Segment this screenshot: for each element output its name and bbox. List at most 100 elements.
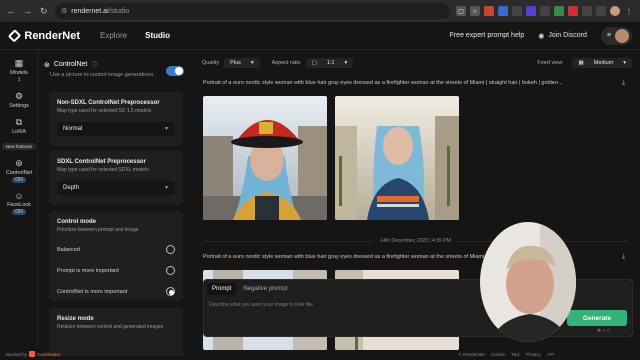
radio-controlnet-label: ControlNet is more important bbox=[57, 288, 128, 295]
nonsdxl-select[interactable]: Normal ▼ bbox=[57, 122, 175, 136]
nav-explore[interactable]: Explore bbox=[100, 31, 127, 40]
radio-prompt-label: Prompt is more important bbox=[57, 267, 119, 274]
reload-icon[interactable]: ↻ bbox=[39, 5, 49, 17]
facelock-icon: ☺ bbox=[14, 191, 24, 201]
browser-toolbar: ← → ↻ ⚙ rendernet.ai/studio ▢ ☆ ⋮ bbox=[0, 0, 640, 22]
join-discord-button[interactable]: ◉ Join Discord bbox=[538, 32, 587, 40]
extension-icon[interactable] bbox=[554, 6, 564, 16]
combinator-logo-icon bbox=[29, 351, 36, 357]
presenter-webcam-image bbox=[480, 222, 576, 342]
profile-avatar[interactable] bbox=[610, 6, 620, 16]
extension-icon[interactable] bbox=[498, 6, 508, 16]
aspect-value: 1:1 bbox=[326, 60, 335, 66]
chevron-down-icon: ▼ bbox=[164, 126, 169, 132]
extension-icon[interactable] bbox=[484, 6, 494, 16]
footer-link-credits[interactable]: Credits bbox=[491, 352, 505, 357]
lora-icon: ⧉ bbox=[15, 117, 23, 127]
status-badge: ON bbox=[12, 209, 26, 215]
generate-button[interactable]: Generate bbox=[567, 310, 627, 326]
extension-icon[interactable] bbox=[512, 6, 522, 16]
rail-lora-label: LoRA bbox=[12, 129, 26, 135]
models-icon: ▦ bbox=[14, 58, 24, 68]
sdxl-select[interactable]: Depth ▼ bbox=[57, 181, 175, 195]
new-features-tag: New features bbox=[2, 143, 36, 150]
back-icon[interactable]: ← bbox=[6, 5, 16, 17]
extension-icon[interactable] bbox=[526, 6, 536, 16]
url-host: rendernet.ai bbox=[71, 7, 109, 15]
footer-link-privacy[interactable]: Privacy bbox=[526, 352, 541, 357]
logo[interactable]: RenderNet bbox=[7, 28, 80, 43]
rail-facelock[interactable]: ☺ FaceLock ON bbox=[0, 191, 38, 215]
resize-mode-title: Resize mode bbox=[57, 316, 94, 322]
rail-models[interactable]: ▦ Models 1 bbox=[0, 58, 38, 83]
tab-prompt[interactable]: Prompt bbox=[207, 283, 237, 295]
forward-icon[interactable]: → bbox=[22, 5, 32, 17]
status-badge: ON bbox=[12, 177, 26, 183]
square-icon: ▢ bbox=[311, 60, 317, 66]
generated-image[interactable] bbox=[203, 96, 327, 220]
firefighter-portrait-image bbox=[203, 96, 327, 220]
footer-link-terms[interactable]: T&C bbox=[511, 352, 520, 357]
kebab-menu-icon[interactable]: ⋮ bbox=[624, 6, 634, 16]
radio-button[interactable] bbox=[166, 266, 175, 275]
nav-studio[interactable]: Studio bbox=[145, 31, 170, 40]
top-nav: Explore Studio bbox=[100, 31, 170, 40]
radio-balanced-label: Balanced bbox=[57, 246, 80, 253]
radio-controlnet-important[interactable]: ControlNet is more important bbox=[57, 287, 175, 296]
bookmark-star-icon[interactable]: ☆ bbox=[470, 6, 480, 16]
info-icon[interactable]: ⓘ bbox=[91, 60, 97, 69]
sliders-icon: ⚙ bbox=[14, 91, 24, 101]
rail-facelock-label: FaceLock bbox=[7, 202, 31, 208]
backer-name[interactable]: Combinator bbox=[37, 352, 60, 357]
app-header: RenderNet Explore Studio Free expert pro… bbox=[0, 22, 640, 50]
control-mode-card: Control mode Prioritize between prompt a… bbox=[49, 211, 183, 301]
webcam-overlay bbox=[480, 222, 576, 342]
generated-image[interactable] bbox=[335, 96, 459, 220]
quality-value: Plus bbox=[230, 60, 241, 66]
extension-icon[interactable] bbox=[540, 6, 550, 16]
tab-negative-prompt[interactable]: Negative prompt bbox=[238, 283, 292, 295]
feed-view-select[interactable]: ▦ Medium ▾ bbox=[572, 58, 632, 68]
sdxl-desc: Map type used for selected SDXL models bbox=[57, 167, 149, 173]
sdxl-card: SDXL ControlNet Preprocessor Map type us… bbox=[49, 151, 183, 205]
radio-balanced[interactable]: Balanced bbox=[57, 245, 175, 254]
download-icon[interactable]: ⤓ bbox=[622, 253, 625, 261]
footer: Backed by Combinator © RenderNet Credits… bbox=[0, 348, 640, 360]
feed-view-label: Feed view bbox=[537, 60, 563, 66]
expert-help-link[interactable]: Free expert prompt help bbox=[450, 32, 525, 39]
nonsdxl-card: Non-SDXL ControlNet Preprocessor Map typ… bbox=[49, 92, 183, 146]
rail-controlnet[interactable]: ⊛ ControlNet ON bbox=[0, 158, 38, 183]
screenshot-icon[interactable]: ▢ bbox=[456, 6, 466, 16]
quality-label: Quality bbox=[202, 60, 220, 66]
address-bar[interactable]: ⚙ rendernet.ai/studio bbox=[54, 3, 450, 19]
control-mode-desc: Prioritize between prompt and image bbox=[57, 227, 139, 233]
join-discord-label: Join Discord bbox=[548, 32, 587, 39]
backed-by-label: Backed by bbox=[6, 351, 28, 357]
user-menu[interactable]: ≡ bbox=[600, 26, 632, 45]
sidebar-icon[interactable] bbox=[596, 6, 606, 16]
quality-select[interactable]: Plus ▾ bbox=[224, 58, 260, 68]
footer-link-api[interactable]: API bbox=[547, 352, 554, 357]
download-icon[interactable]: ⤓ bbox=[622, 79, 625, 87]
aspect-select[interactable]: ▢ 1:1 ▾ bbox=[305, 58, 354, 68]
copyright: © RenderNet bbox=[458, 351, 485, 357]
rail-models-count: 1 bbox=[17, 77, 21, 83]
puzzle-icon[interactable] bbox=[582, 6, 592, 16]
rail-models-label: Models bbox=[10, 70, 28, 76]
site-info-icon[interactable]: ⚙ bbox=[61, 7, 67, 15]
extension-icon[interactable] bbox=[568, 6, 578, 16]
chevron-down-icon: ▾ bbox=[623, 60, 626, 66]
controlnet-toggle[interactable] bbox=[166, 66, 184, 76]
logo-mark-icon bbox=[7, 28, 22, 43]
firefighter-portrait-image bbox=[335, 96, 459, 220]
aspect-label: Aspect ratio bbox=[271, 60, 301, 66]
rail-settings[interactable]: ⚙ Settings bbox=[0, 91, 38, 109]
nonsdxl-desc: Map type used for selected SD 1.5 models bbox=[57, 108, 152, 114]
radio-prompt-important[interactable]: Prompt is more important bbox=[57, 266, 175, 275]
radio-button-selected[interactable] bbox=[166, 287, 175, 296]
rail-lora[interactable]: ⧉ LoRA bbox=[0, 117, 38, 135]
sdxl-title: SDXL ControlNet Preprocessor bbox=[57, 159, 146, 165]
left-rail: ▦ Models 1 ⚙ Settings ⧉ LoRA New feature… bbox=[0, 50, 38, 350]
panel-title: ControlNet bbox=[53, 61, 88, 68]
radio-button[interactable] bbox=[166, 245, 175, 254]
